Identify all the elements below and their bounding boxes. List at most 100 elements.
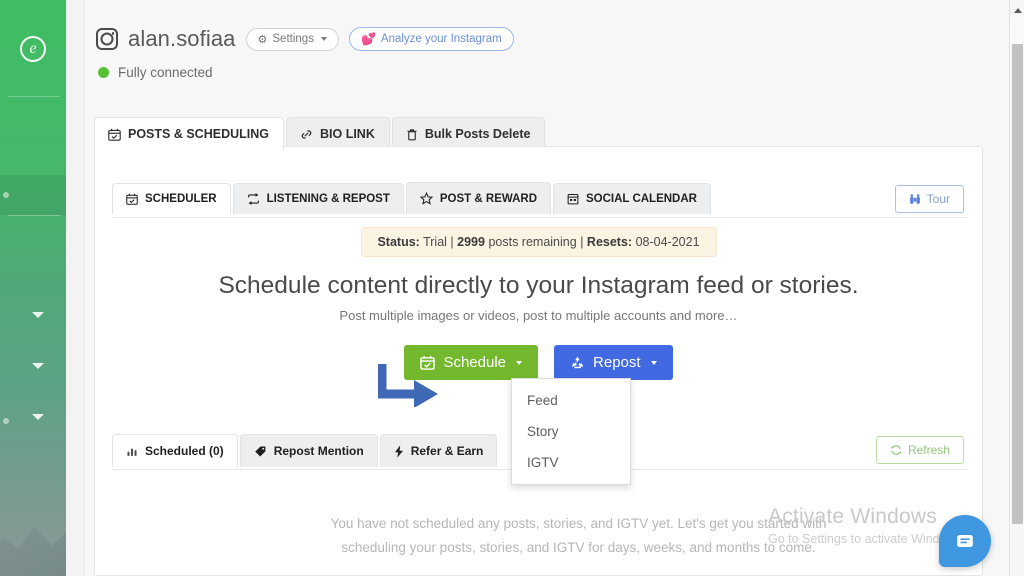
tab-label: Bulk Posts Delete	[424, 127, 531, 141]
browser-scrollbar[interactable]	[1009, 0, 1024, 576]
empty-state-line-2: scheduling your posts, stories, and IGTV…	[341, 539, 816, 555]
trash-icon	[407, 128, 417, 140]
analyze-instagram-button[interactable]: 💕 Analyze your Instagram	[348, 27, 514, 51]
brand-e-icon: e	[20, 36, 46, 62]
resets-key: Resets:	[586, 235, 633, 249]
sidebar-divider	[8, 96, 60, 97]
schedule-dropdown-menu[interactable]: Feed Story IGTV	[511, 378, 631, 485]
tour-label: Tour	[926, 192, 950, 206]
broken-heart-icon: 💕	[360, 32, 376, 46]
tab-listening-and-repost[interactable]: LISTENING & REPOST	[232, 183, 404, 214]
tab-post-and-reward[interactable]: POST & REWARD	[405, 182, 552, 214]
status-value: Trial	[423, 235, 447, 249]
separator: |	[450, 235, 454, 249]
chevron-up-icon	[1013, 7, 1022, 13]
calendar-check-icon	[108, 128, 121, 141]
account-header: alan.sofiaa ⚙ Settings 💕 Analyze your In…	[96, 26, 514, 52]
app-sidebar: e	[0, 0, 66, 576]
primary-actions: Schedule Repost	[95, 345, 982, 380]
tab-social-calendar[interactable]: SOCIAL CALENDAR	[553, 183, 711, 214]
repost-label: Repost	[593, 354, 641, 371]
tab-repost-mention[interactable]: Repost Mention	[239, 434, 378, 467]
tab-underline	[112, 217, 967, 218]
main-content: alan.sofiaa ⚙ Settings 💕 Analyze your In…	[85, 0, 1009, 576]
page-gutter	[66, 0, 85, 576]
refresh-icon	[891, 445, 901, 455]
chevron-down-icon	[32, 363, 44, 369]
blue-arrow-annotation	[378, 364, 438, 407]
chevron-down-icon	[32, 414, 44, 420]
sidebar-item-marker	[3, 418, 9, 424]
refresh-button[interactable]: Refresh	[875, 436, 964, 464]
chevron-down-icon	[516, 360, 523, 365]
content-tab-strip: Scheduled (0) Repost Mention Refer & Ear…	[112, 434, 498, 467]
separator: |	[580, 235, 584, 249]
settings-button[interactable]: ⚙ Settings	[245, 27, 339, 51]
scrollbar-thumb[interactable]	[1012, 44, 1023, 524]
chevron-down-icon	[320, 37, 327, 41]
tab-label: LISTENING & REPOST	[266, 193, 390, 205]
trial-status-banner: Status: Trial | 2999 posts remaining | R…	[360, 227, 717, 257]
settings-label: Settings	[272, 33, 314, 45]
chat-message-icon	[957, 535, 973, 547]
empty-state-line-1: You have not scheduled any posts, storie…	[330, 516, 827, 531]
sidebar-item-expand-3[interactable]	[32, 414, 52, 428]
dropdown-item-story[interactable]: Story	[512, 416, 630, 447]
tour-button[interactable]: Tour	[894, 185, 964, 213]
sidebar-logo[interactable]: e	[0, 36, 66, 62]
chat-support-button[interactable]	[939, 515, 991, 567]
sidebar-background-image	[0, 526, 66, 576]
dropdown-item-feed[interactable]: Feed	[512, 385, 630, 416]
sidebar-active-highlight	[0, 175, 66, 215]
star-icon	[419, 192, 433, 205]
tag-icon	[254, 445, 266, 457]
secondary-tab-strip: SCHEDULER LISTENING & REPOST POST & REWA…	[112, 182, 711, 214]
account-username: alan.sofiaa	[128, 26, 236, 51]
calendar-icon	[567, 193, 579, 205]
recycle-icon	[571, 356, 584, 369]
page-title: Schedule content directly to your Instag…	[218, 272, 859, 299]
tab-label: Refer & Earn	[410, 444, 484, 458]
sidebar-item-expand-1[interactable]	[32, 312, 52, 326]
tab-label: POST & REWARD	[439, 192, 538, 205]
bolt-icon	[394, 444, 403, 458]
chevron-down-icon	[650, 360, 657, 365]
link-icon	[301, 129, 312, 139]
status-key: Status:	[377, 235, 420, 249]
chevron-down-icon	[32, 312, 44, 318]
tab-label: POSTS & SCHEDULING	[128, 127, 269, 141]
scrollbar-up-arrow[interactable]	[1010, 3, 1024, 17]
tab-refer-and-earn[interactable]: Refer & Earn	[379, 434, 498, 467]
bar-chart-icon	[127, 448, 137, 456]
scrollbar-track[interactable]	[1010, 17, 1024, 44]
schedule-label: Schedule	[443, 354, 507, 371]
connection-status: Fully connected	[98, 65, 213, 80]
repost-button[interactable]: Repost	[554, 345, 673, 380]
gear-icon: ⚙	[257, 33, 268, 46]
binoculars-icon	[909, 194, 920, 204]
calendar-check-icon	[126, 193, 138, 205]
instagram-icon	[96, 28, 118, 50]
analyze-label: Analyze your Instagram	[380, 33, 502, 45]
posts-remaining-count: 2999	[457, 235, 485, 249]
tab-label: SCHEDULER	[145, 193, 217, 205]
sidebar-divider	[8, 215, 60, 216]
browser-viewport: e alan.sofiaa ⚙ Settings 💕 Analyze your …	[0, 0, 1024, 576]
tab-scheduled[interactable]: Scheduled (0)	[112, 434, 238, 467]
status-badge-dot	[98, 67, 109, 78]
refresh-label: Refresh	[907, 443, 950, 457]
empty-state-message: You have not scheduled any posts, storie…	[215, 512, 942, 559]
repeat-icon	[247, 193, 259, 205]
tab-label: Scheduled (0)	[145, 444, 224, 458]
dropdown-item-igtv[interactable]: IGTV	[512, 447, 630, 478]
tab-posts-and-scheduling[interactable]: POSTS & SCHEDULING	[94, 117, 284, 150]
connection-status-label: Fully connected	[118, 65, 213, 80]
posts-remaining-label: posts remaining	[488, 235, 577, 249]
tab-label: BIO LINK	[320, 127, 375, 141]
tab-label: Repost Mention	[273, 444, 364, 458]
sidebar-item-marker	[3, 192, 9, 198]
sidebar-item-expand-2[interactable]	[32, 363, 52, 377]
page-subtitle: Post multiple images or videos, post to …	[339, 308, 738, 323]
tab-label: SOCIAL CALENDAR	[586, 193, 697, 205]
tab-scheduler[interactable]: SCHEDULER	[112, 183, 231, 214]
